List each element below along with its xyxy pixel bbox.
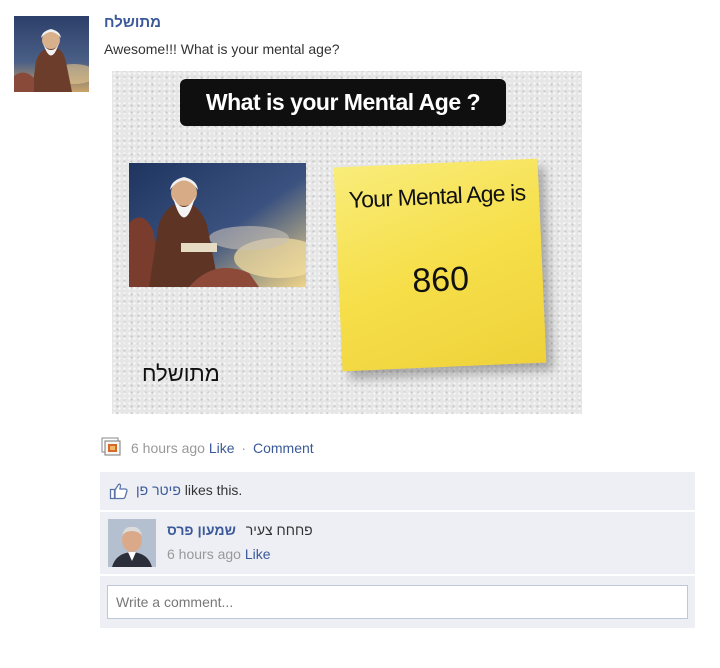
meta-separator: · xyxy=(241,440,247,456)
sticky-note: Your Mental Age is 860 xyxy=(333,158,547,372)
post-meta: 6 hours ago Like · Comment xyxy=(131,440,314,456)
comment-text: פחחח צעיר xyxy=(245,522,313,538)
comment-input[interactable] xyxy=(107,585,688,619)
thumbs-up-icon xyxy=(109,481,129,501)
comment-input-row xyxy=(100,576,695,628)
sticky-note-label: Your Mental Age is xyxy=(348,179,526,213)
liker-name[interactable]: פיטר פן xyxy=(136,482,181,498)
commenter-avatar[interactable] xyxy=(108,519,156,567)
like-link[interactable]: Like xyxy=(209,440,235,456)
commenter-name[interactable]: שמעון פרס xyxy=(167,522,236,538)
sticky-note-value: 860 xyxy=(411,259,470,301)
poster-avatar-image xyxy=(14,16,89,92)
image-name-caption: מתושלח xyxy=(142,361,220,386)
image-portrait xyxy=(129,163,306,287)
comment-like-link[interactable]: Like xyxy=(245,546,271,562)
likes-suffix: likes this. xyxy=(184,482,243,498)
likes-row: פיטר פן likes this. xyxy=(100,472,695,510)
comment-link[interactable]: Comment xyxy=(253,440,314,456)
post-image[interactable]: What is your Mental Age ? מתושלח Your Me… xyxy=(112,71,582,414)
commenter-avatar-image xyxy=(108,519,156,567)
post-text: Awesome!!! What is your mental age? xyxy=(104,41,340,57)
comment-line: שמעון פרס פחחח צעיר xyxy=(167,522,313,538)
comment-timestamp[interactable]: 6 hours ago xyxy=(167,546,241,562)
post-timestamp[interactable]: 6 hours ago xyxy=(131,440,205,456)
comment-meta: 6 hours ago Like xyxy=(167,546,271,562)
comment-row: שמעון פרס פחחח צעיר 6 hours ago Like xyxy=(100,512,695,574)
poster-avatar[interactable] xyxy=(14,16,89,92)
poster-name[interactable]: מתושלח xyxy=(104,14,161,31)
image-title: What is your Mental Age ? xyxy=(180,79,506,126)
app-photo-icon xyxy=(101,436,121,456)
likes-summary: פיטר פן likes this. xyxy=(136,482,242,498)
